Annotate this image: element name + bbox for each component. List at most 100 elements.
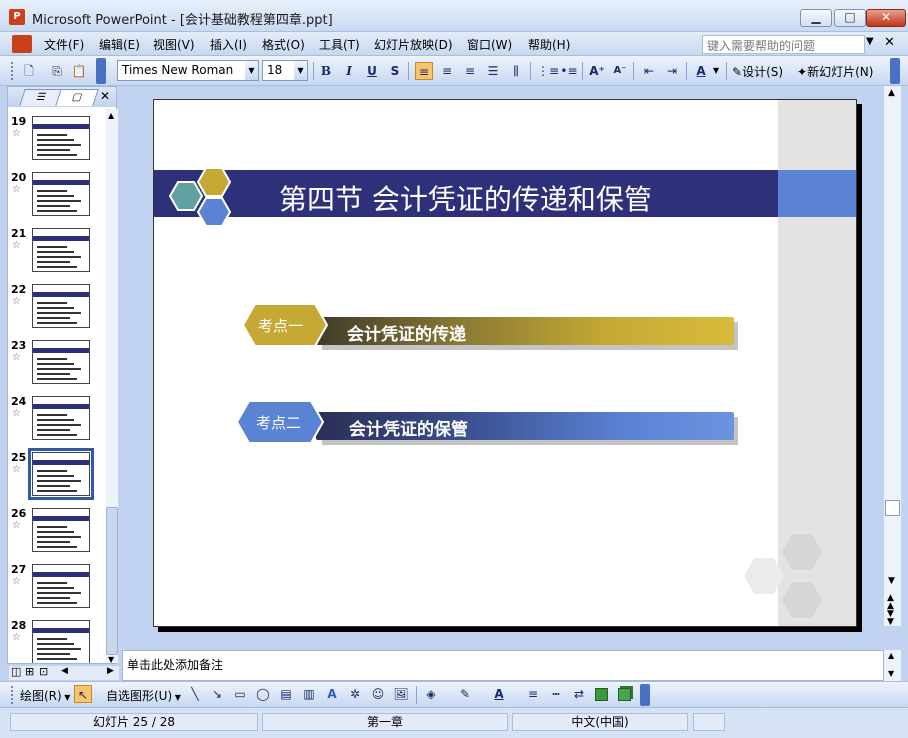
close-document-icon[interactable]: ✕ — [884, 35, 895, 50]
next-slide-icon[interactable]: ▼ ▼ — [887, 610, 894, 627]
slide-thumbnail[interactable] — [32, 508, 90, 552]
minimize-button[interactable]: ▁ — [800, 9, 832, 27]
shadow-icon[interactable]: S — [386, 62, 404, 80]
clipart-icon[interactable]: ☺ — [369, 685, 387, 703]
slide-title[interactable]: 第四节 会计凭证的传递和保管 — [279, 178, 652, 218]
previous-slide-icon[interactable]: ▲ ▲ — [887, 594, 894, 611]
scroll-thumb[interactable] — [885, 500, 900, 516]
slide-thumbnail[interactable] — [32, 340, 90, 384]
new-document-icon[interactable]: 🗋 — [20, 62, 38, 80]
line-icon[interactable]: ╲ — [186, 685, 204, 703]
paste-icon[interactable]: 📋 — [70, 62, 88, 80]
menu-window[interactable]: 窗口(W) — [467, 36, 512, 53]
font-color-icon[interactable]: A — [490, 685, 508, 703]
scroll-left-icon[interactable]: ◀ — [61, 666, 68, 676]
3d-style-icon[interactable] — [618, 688, 631, 701]
toolbar-grip[interactable] — [11, 686, 14, 704]
menu-edit[interactable]: 编辑(E) — [99, 36, 140, 53]
align-left-icon[interactable]: ≡ — [415, 62, 433, 80]
numbering-icon[interactable]: ⋮≡ — [537, 62, 559, 80]
autoshapes-button[interactable]: 自选图形(U) ▼ — [106, 687, 181, 704]
font-name-combo[interactable]: Times New Roman ▼ — [117, 60, 259, 81]
diagram-icon[interactable]: ✲ — [346, 685, 364, 703]
slide-thumbnail[interactable] — [32, 564, 90, 608]
slide-thumbnail[interactable] — [32, 116, 90, 160]
slide-thumbnail[interactable] — [32, 172, 90, 216]
toolbar-options-icon[interactable] — [640, 684, 650, 706]
toolbar-options-icon[interactable] — [890, 58, 900, 84]
new-slide-button[interactable]: ✦新幻灯片(N) — [797, 63, 873, 80]
document-icon[interactable] — [12, 35, 32, 53]
close-panel-icon[interactable]: ✕ — [100, 89, 110, 103]
current-slide[interactable]: 第四节 会计凭证的传递和保管 考点一 会计凭证的传递 考点二 会计凭证的保管 — [153, 99, 857, 627]
maximize-button[interactable]: □ — [834, 9, 866, 27]
menu-help[interactable]: 帮助(H) — [528, 36, 570, 53]
textbox-icon[interactable]: ▤ — [277, 685, 295, 703]
underline-icon[interactable]: U — [363, 62, 381, 80]
scroll-up-icon[interactable]: ▲ — [888, 88, 895, 98]
point2-text[interactable]: 会计凭证的保管 — [349, 415, 468, 440]
menu-format[interactable]: 格式(O) — [262, 36, 305, 53]
font-size-combo[interactable]: 18 ▼ — [262, 60, 308, 81]
shadow-style-icon[interactable] — [595, 688, 608, 701]
normal-view-icon[interactable]: ◫ — [11, 665, 21, 678]
scroll-thumb[interactable] — [106, 507, 118, 655]
vertical-textbox-icon[interactable]: ▥ — [300, 685, 318, 703]
close-button[interactable]: ✕ — [866, 9, 906, 27]
tab-slides[interactable]: ▢ — [55, 89, 99, 106]
increase-indent-icon[interactable]: ⇥ — [663, 62, 681, 80]
select-arrow-icon[interactable]: ↖ — [74, 685, 92, 703]
notes-scrollbar[interactable]: ▲ ▼ — [884, 650, 901, 681]
slide-scrollbar[interactable]: ▲ ▼ ▲ ▲ ▼ ▼ — [884, 86, 901, 627]
scroll-down-icon[interactable]: ▼ — [888, 669, 894, 678]
copy-icon[interactable]: ⎘ — [48, 62, 66, 80]
slide-thumbnail[interactable] — [32, 396, 90, 440]
menu-file[interactable]: 文件(F) — [44, 36, 84, 53]
help-search-input[interactable]: 键入需要帮助的问题 — [702, 35, 865, 54]
decrease-indent-icon[interactable]: ⇤ — [640, 62, 658, 80]
font-color-icon[interactable]: A — [692, 62, 710, 80]
menu-insert[interactable]: 插入(I) — [210, 36, 247, 53]
help-dropdown-icon[interactable]: ▼ — [866, 36, 874, 47]
align-right-icon[interactable]: ≡ — [461, 62, 479, 80]
powerpoint-icon[interactable]: P — [9, 9, 25, 25]
justify-icon[interactable]: ☰ — [484, 62, 502, 80]
wordart-icon[interactable]: A — [323, 685, 341, 703]
chevron-down-icon[interactable]: ▼ — [245, 61, 258, 80]
scroll-up-icon[interactable]: ▲ — [108, 111, 114, 120]
menu-slideshow[interactable]: 幻灯片放映(D) — [374, 36, 453, 53]
chevron-down-icon[interactable]: ▼ — [294, 61, 307, 80]
italic-icon[interactable]: I — [340, 62, 358, 80]
slide-thumbnail[interactable] — [32, 284, 90, 328]
rectangle-icon[interactable]: ▭ — [231, 685, 249, 703]
slide-thumbnail[interactable] — [32, 228, 90, 272]
point1-text[interactable]: 会计凭证的传递 — [347, 320, 466, 345]
decrease-font-icon[interactable]: A⁻ — [611, 62, 629, 80]
increase-font-icon[interactable]: A⁺ — [588, 62, 606, 80]
scroll-up-icon[interactable]: ▲ — [888, 651, 894, 660]
thumbnail-scrollbar[interactable]: ▲ ▼ — [106, 109, 118, 664]
line-color-icon[interactable]: ✎ — [456, 685, 474, 703]
slide-thumbnail[interactable] — [32, 620, 90, 663]
menu-tools[interactable]: 工具(T) — [319, 36, 360, 53]
scroll-right-icon[interactable]: ▶ — [107, 666, 114, 676]
align-center-icon[interactable]: ≡ — [438, 62, 456, 80]
arrow-icon[interactable]: ↘ — [208, 685, 226, 703]
arrow-style-icon[interactable]: ⇄ — [570, 685, 588, 703]
chevron-down-icon[interactable]: ▼ — [713, 66, 719, 75]
slide-sorter-icon[interactable]: ⊞ — [25, 665, 34, 678]
bullets-icon[interactable]: •≡ — [560, 62, 578, 80]
fill-color-icon[interactable]: ◈ — [422, 685, 440, 703]
dash-style-icon[interactable]: ┅ — [547, 685, 565, 703]
picture-icon[interactable]: 🖼 — [392, 685, 410, 703]
slide-thumbnail[interactable] — [28, 448, 94, 500]
scroll-down-icon[interactable]: ▼ — [108, 655, 114, 664]
notes-pane[interactable]: 单击此处添加备注 — [122, 650, 884, 681]
oval-icon[interactable]: ◯ — [254, 685, 272, 703]
menu-view[interactable]: 视图(V) — [153, 36, 195, 53]
slideshow-view-icon[interactable]: ⊡ — [39, 665, 48, 678]
design-button[interactable]: ✎设计(S) — [732, 63, 783, 80]
line-style-icon[interactable]: ≡ — [524, 685, 542, 703]
distribute-icon[interactable]: ⫼ — [507, 62, 525, 80]
toolbar-options-icon[interactable] — [96, 58, 106, 84]
